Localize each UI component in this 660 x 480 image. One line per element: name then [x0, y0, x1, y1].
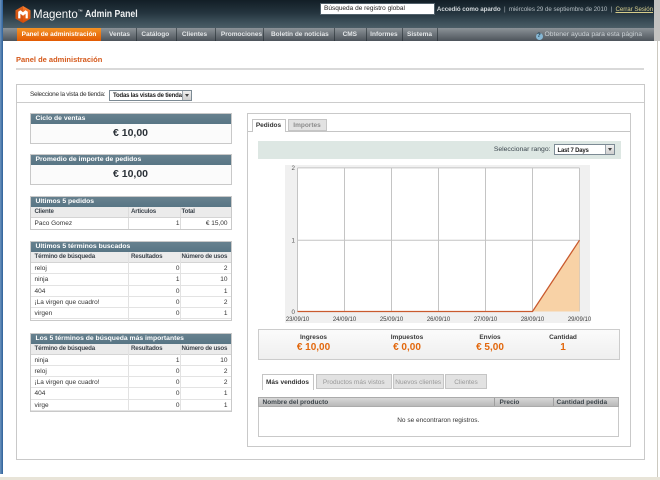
svg-text:23/09/10: 23/09/10	[286, 316, 310, 322]
svg-text:28/09/10: 28/09/10	[521, 316, 545, 322]
svg-text:27/09/10: 27/09/10	[474, 316, 498, 322]
svg-text:24/09/10: 24/09/10	[333, 316, 357, 322]
svg-text:26/09/10: 26/09/10	[427, 316, 451, 322]
svg-text:0: 0	[292, 308, 296, 315]
svg-text:1: 1	[292, 237, 296, 244]
svg-text:2: 2	[292, 165, 296, 172]
svg-text:25/09/10: 25/09/10	[380, 316, 404, 322]
svg-text:29/09/10: 29/09/10	[568, 316, 592, 322]
